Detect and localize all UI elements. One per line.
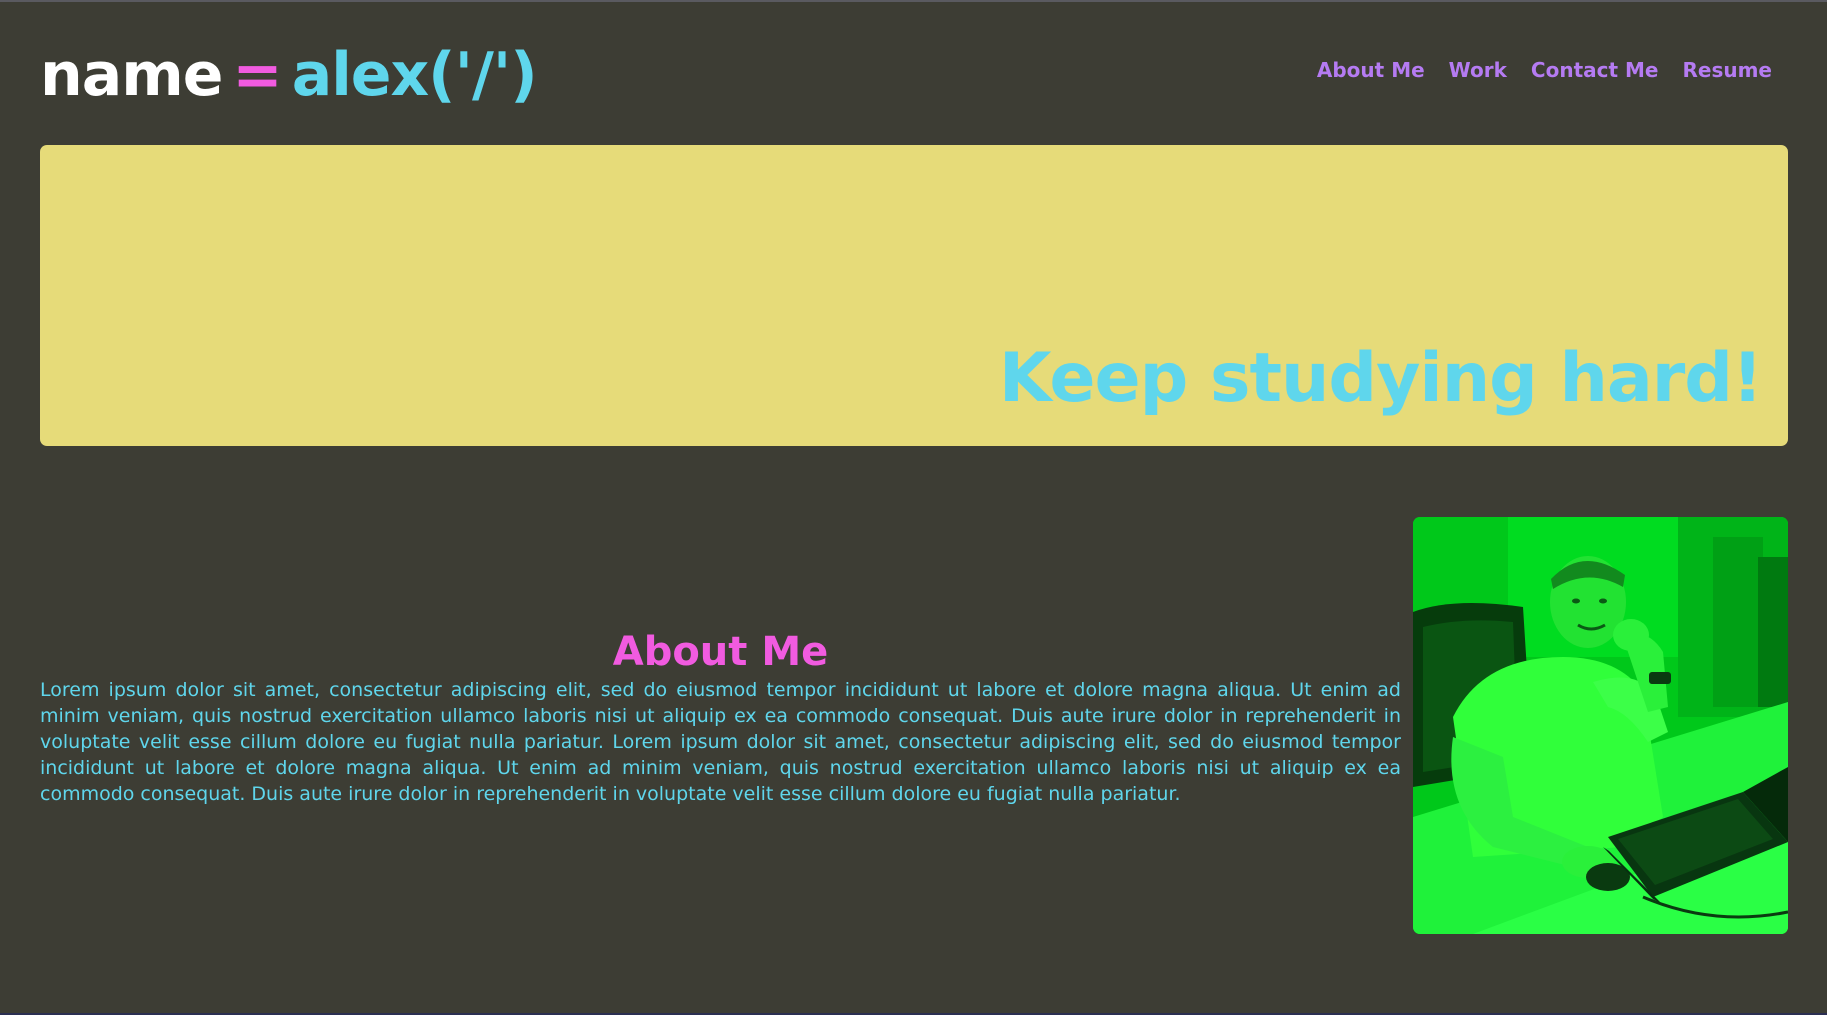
nav-link-about-me[interactable]: About Me [1317,58,1425,82]
logo-value: alex('/') [291,40,538,110]
about-section: About Me Lorem ipsum dolor sit amet, con… [40,517,1788,934]
about-text-block: About Me Lorem ipsum dolor sit amet, con… [40,627,1401,807]
nav-link-work[interactable]: Work [1449,58,1507,82]
logo-keyword: name [40,40,223,110]
profile-photo [1413,517,1788,934]
hero-banner: Keep studying hard! [40,145,1788,446]
profile-photo-illustration [1413,517,1788,934]
nav-link-contact-me[interactable]: Contact Me [1531,58,1659,82]
top-border [0,0,1827,2]
site-logo[interactable]: name = alex('/') [40,40,538,110]
main-nav: About Me Work Contact Me Resume [1317,58,1772,82]
nav-link-resume[interactable]: Resume [1682,58,1772,82]
hero-headline: Keep studying hard! [998,339,1763,418]
logo-operator: = [232,40,282,110]
site-header: name = alex('/') About Me Work Contact Me … [40,36,1787,116]
about-title: About Me [612,629,829,675]
about-body-text: Lorem ipsum dolor sit amet, consectetur … [40,679,1401,805]
